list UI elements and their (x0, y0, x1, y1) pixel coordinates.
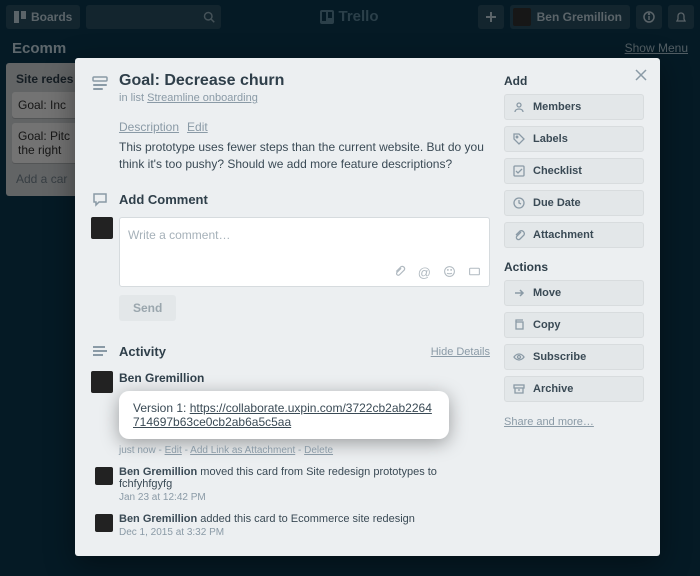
edit-description-link[interactable]: Edit (187, 120, 208, 134)
checklist-icon (513, 165, 525, 177)
activity-author[interactable]: Ben Gremillion (119, 371, 490, 385)
labels-button[interactable]: Labels (504, 126, 644, 152)
edit-comment-link[interactable]: Edit (165, 445, 182, 456)
close-icon (634, 68, 648, 82)
attachment-button[interactable]: Attachment (504, 222, 644, 248)
activity-time: Jan 23 at 12:42 PM (119, 492, 490, 503)
add-comment-header: Add Comment (119, 192, 208, 207)
add-section-header: Add (504, 74, 644, 88)
actions-section-header: Actions (504, 260, 644, 274)
eye-icon (513, 351, 525, 363)
card-sidebar: Add Members Labels Checklist Due Date At… (504, 72, 644, 546)
archive-icon (513, 383, 525, 395)
activity-time: just now (119, 445, 156, 456)
hide-details-link[interactable]: Hide Details (431, 346, 490, 358)
members-icon (513, 101, 525, 113)
activity-time: Dec 1, 2015 at 3:32 PM (119, 527, 490, 538)
description-label: Description (119, 120, 179, 134)
card-icon[interactable] (468, 265, 481, 280)
description-text[interactable]: This prototype uses fewer steps than the… (119, 139, 490, 173)
activity-item: Ben Gremillion moved this card from Site… (119, 466, 490, 503)
comment-icon (91, 191, 109, 209)
due-date-button[interactable]: Due Date (504, 190, 644, 216)
activity-item: Ben Gremillion Version 1: https://collab… (119, 371, 490, 456)
mention-icon[interactable]: @ (418, 265, 431, 280)
archive-button[interactable]: Archive (504, 376, 644, 402)
attach-icon[interactable] (393, 265, 406, 280)
move-button[interactable]: Move (504, 280, 644, 306)
activity-text: added this card to Ecommerce site redesi… (197, 513, 415, 525)
emoji-icon[interactable] (443, 265, 456, 280)
activity-item: Ben Gremillion added this card to Ecomme… (119, 513, 490, 538)
comment-input[interactable]: Write a comment… @ (119, 217, 490, 287)
card-title[interactable]: Goal: Decrease churn (119, 72, 284, 90)
activity-icon (91, 343, 109, 361)
copy-button[interactable]: Copy (504, 312, 644, 338)
labels-icon (513, 133, 525, 145)
card-detail-modal: Goal: Decrease churn in list Streamline … (75, 58, 660, 556)
card-title-icon (91, 74, 109, 92)
attachment-icon (513, 229, 525, 241)
arrow-right-icon (513, 287, 525, 299)
add-link-attachment-link[interactable]: Add Link as Attachment (190, 445, 295, 456)
in-list-link[interactable]: Streamline onboarding (147, 92, 258, 104)
delete-comment-link[interactable]: Delete (304, 445, 333, 456)
send-button[interactable]: Send (119, 295, 176, 321)
share-more-link[interactable]: Share and more… (504, 416, 594, 428)
avatar (95, 467, 113, 485)
avatar (91, 371, 113, 393)
comment-bubble: Version 1: https://collaborate.uxpin.com… (119, 391, 449, 439)
close-button[interactable] (634, 68, 648, 82)
activity-author[interactable]: Ben Gremillion (119, 513, 197, 525)
in-list-text: in list Streamline onboarding (119, 92, 284, 104)
copy-icon (513, 319, 525, 331)
avatar (95, 514, 113, 532)
avatar (91, 217, 113, 239)
checklist-button[interactable]: Checklist (504, 158, 644, 184)
members-button[interactable]: Members (504, 94, 644, 120)
comment-placeholder: Write a comment… (128, 228, 230, 242)
activity-author[interactable]: Ben Gremillion (119, 466, 197, 478)
comment-prefix: Version 1: (133, 401, 190, 415)
subscribe-button[interactable]: Subscribe (504, 344, 644, 370)
activity-meta: just now - Edit - Add Link as Attachment… (119, 445, 490, 456)
activity-header: Activity (119, 344, 166, 359)
clock-icon (513, 197, 525, 209)
